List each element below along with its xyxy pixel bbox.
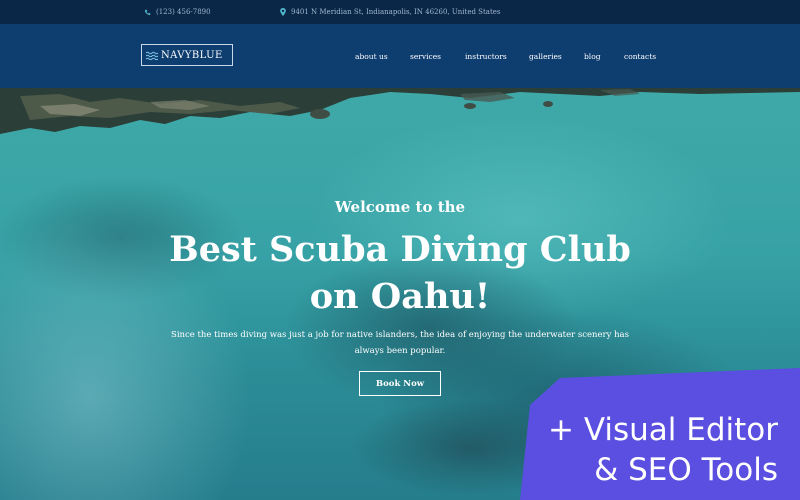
promo-line-1: + Visual Editor [548, 412, 778, 448]
promo-banner: + Visual Editor & SEO Tools [548, 410, 778, 490]
promo-line-2: & SEO Tools [594, 452, 778, 488]
